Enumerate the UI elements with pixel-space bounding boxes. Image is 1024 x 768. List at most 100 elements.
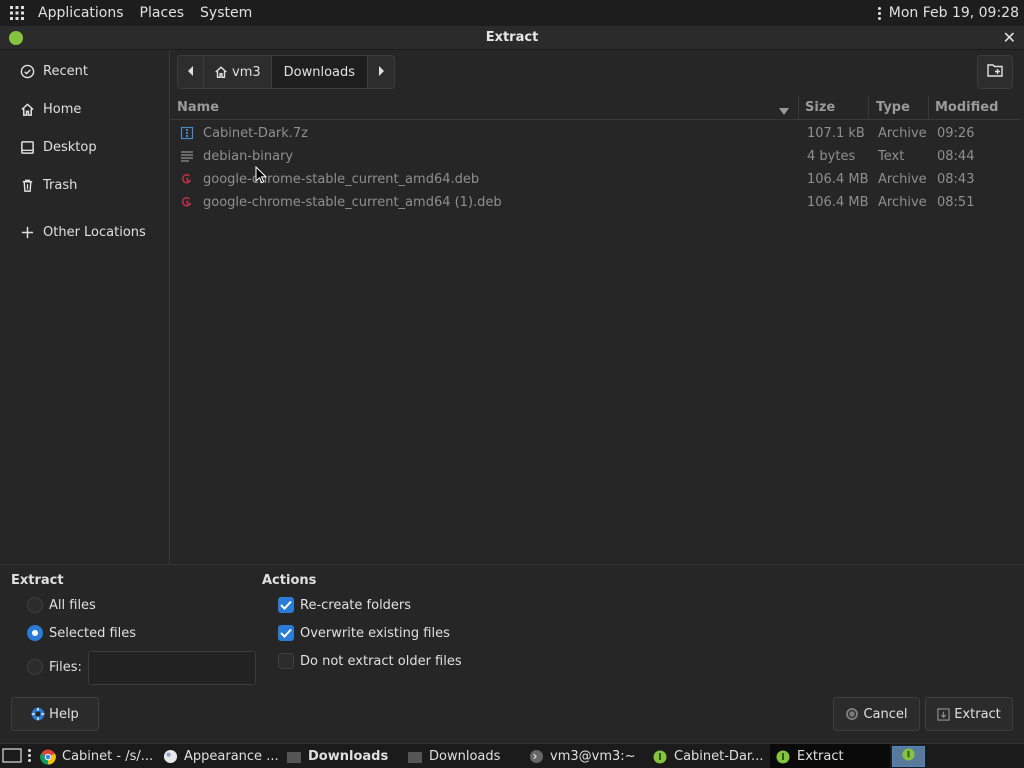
cabinet-icon: [902, 748, 915, 765]
chevron-left-icon: [187, 65, 195, 80]
clock[interactable]: Mon Feb 19, 09:28: [889, 5, 1024, 21]
help-button[interactable]: Help: [11, 697, 99, 731]
file-type: Archive: [878, 172, 927, 187]
path-segment-label: Downloads: [283, 64, 356, 80]
radio-all-files[interactable]: All files: [27, 597, 96, 613]
taskbar-item-label: Extract: [797, 749, 844, 764]
file-type: Text: [878, 149, 905, 164]
folder-icon: [407, 749, 423, 765]
column-separator: [798, 96, 799, 120]
applications-menu[interactable]: Applications: [30, 0, 132, 26]
checkbox-skip-older[interactable]: Do not extract older files: [278, 653, 462, 669]
workspace-switcher[interactable]: [892, 746, 925, 767]
app-grid-icon[interactable]: [4, 0, 30, 26]
sort-descending-icon[interactable]: [779, 104, 789, 119]
taskbar: Cabinet - /s/... Appearance ... Download…: [0, 743, 1024, 768]
taskbar-item-active[interactable]: Extract: [770, 744, 890, 768]
files-pattern-input[interactable]: [88, 651, 256, 685]
radio-button[interactable]: [27, 597, 43, 613]
checkbox-recreate-folders[interactable]: Re-create folders: [278, 597, 411, 613]
column-header-name[interactable]: Name: [177, 100, 219, 115]
extract-options-panel: Extract All files Selected files Files: …: [0, 564, 1024, 742]
radio-label: Selected files: [49, 625, 137, 641]
file-list-header: Name Size Type Modified: [171, 96, 1021, 120]
taskbar-item-label: Cabinet-Dar...: [674, 749, 764, 764]
column-header-size[interactable]: Size: [805, 100, 835, 115]
close-icon[interactable]: ✕: [1003, 28, 1016, 47]
sidebar-item-recent[interactable]: Recent: [0, 55, 170, 87]
actions-section-title: Actions: [262, 573, 317, 588]
taskbar-item[interactable]: Cabinet-Dar...: [648, 744, 766, 768]
checkbox[interactable]: [278, 653, 294, 669]
system-menu[interactable]: System: [192, 0, 260, 26]
radio-files-pattern[interactable]: Files:: [27, 659, 82, 675]
chrome-icon: [40, 749, 56, 765]
radio-label: Files:: [49, 659, 82, 675]
taskbar-handle-icon[interactable]: [28, 749, 31, 762]
file-type: Archive: [878, 195, 927, 210]
places-menu[interactable]: Places: [132, 0, 193, 26]
column-header-modified[interactable]: Modified: [935, 100, 998, 115]
path-segment-current[interactable]: Downloads: [271, 56, 369, 88]
home-icon: [19, 101, 35, 117]
new-folder-button[interactable]: [977, 55, 1013, 89]
cancel-icon: [845, 707, 859, 721]
taskbar-item[interactable]: Cabinet - /s/...: [38, 744, 156, 768]
panel-menu-icon[interactable]: [875, 6, 885, 20]
path-segment-label: vm3: [232, 64, 261, 80]
sidebar-item-home[interactable]: Home: [0, 93, 170, 125]
desktop-icon: [19, 139, 35, 155]
file-size: 106.4 MB: [807, 195, 869, 210]
path-segment-home[interactable]: vm3: [204, 56, 272, 88]
places-sidebar: Recent Home Desktop Trash Other Location…: [0, 50, 170, 564]
taskbar-item[interactable]: vm3@vm3:~: [526, 744, 644, 768]
radio-selected-files[interactable]: Selected files: [27, 625, 136, 641]
sidebar-item-other-locations[interactable]: Other Locations: [0, 216, 170, 248]
show-desktop-icon[interactable]: [2, 748, 22, 768]
window-titlebar[interactable]: Extract ✕: [0, 26, 1024, 50]
column-header-type[interactable]: Type: [876, 100, 910, 115]
sidebar-item-label: Other Locations: [43, 224, 146, 240]
home-icon: [214, 65, 228, 79]
cancel-button[interactable]: Cancel: [833, 697, 920, 731]
radio-button[interactable]: [27, 625, 43, 641]
file-modified: 08:43: [937, 172, 975, 187]
path-bar: vm3 Downloads: [177, 55, 396, 89]
path-back-button[interactable]: [178, 56, 204, 88]
sidebar-item-label: Trash: [43, 177, 78, 193]
taskbar-item-label: Appearance ...: [184, 749, 278, 764]
checkbox[interactable]: [278, 597, 294, 613]
extract-section-title: Extract: [11, 573, 64, 588]
folder-icon: [286, 749, 302, 765]
sidebar-item-desktop[interactable]: Desktop: [0, 131, 170, 163]
file-modified: 09:26: [937, 126, 975, 141]
taskbar-item-label: vm3@vm3:~: [550, 749, 636, 764]
taskbar-item[interactable]: Downloads: [403, 744, 521, 768]
file-name: debian-binary: [203, 149, 294, 164]
sidebar-item-trash[interactable]: Trash: [0, 169, 170, 201]
taskbar-item[interactable]: Appearance ...: [160, 744, 278, 768]
window-app-icon[interactable]: [9, 31, 23, 45]
file-size: 107.1 kB: [807, 126, 865, 141]
radio-button[interactable]: [27, 659, 43, 675]
checkbox[interactable]: [278, 625, 294, 641]
file-row[interactable]: google-chrome-stable_current_amd64 (1).d…: [171, 191, 1021, 214]
help-button-label: Help: [49, 706, 79, 722]
file-row[interactable]: google-chrome-stable_current_amd64.deb 1…: [171, 168, 1021, 191]
radio-label: All files: [49, 597, 96, 613]
checkbox-overwrite-existing[interactable]: Overwrite existing files: [278, 625, 450, 641]
taskbar-item[interactable]: Downloads: [282, 744, 400, 768]
window-title: Extract: [485, 30, 539, 45]
file-size: 106.4 MB: [807, 172, 869, 187]
taskbar-item-label: Cabinet - /s/...: [62, 749, 154, 764]
cabinet-icon: [652, 749, 668, 765]
path-forward-button[interactable]: [368, 56, 394, 88]
top-panel: Applications Places System Mon Feb 19, 0…: [0, 0, 1024, 26]
extract-button[interactable]: Extract: [925, 697, 1013, 731]
terminal-icon: [528, 749, 544, 765]
file-row[interactable]: Cabinet-Dark.7z 107.1 kB Archive 09:26: [171, 122, 1021, 145]
checkmark-icon: [280, 628, 292, 638]
file-name: google-chrome-stable_current_amd64 (1).d…: [203, 195, 502, 210]
file-row[interactable]: debian-binary 4 bytes Text 08:44: [171, 145, 1021, 168]
taskbar-item-label: Downloads: [429, 749, 501, 764]
